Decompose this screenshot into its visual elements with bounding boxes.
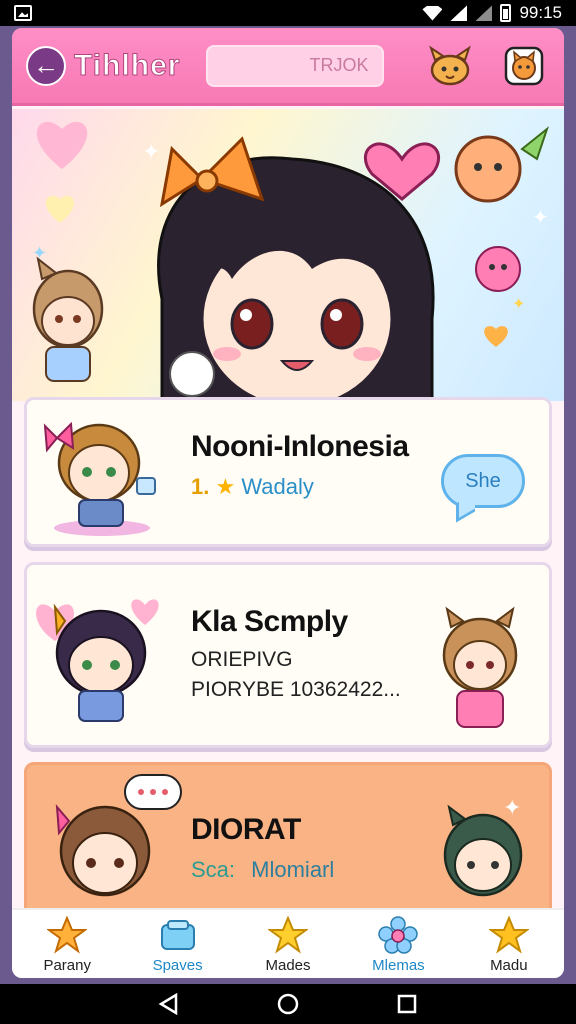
nav-item-mlemas[interactable]: Mlemas (343, 910, 453, 978)
mascot-icon (429, 45, 471, 85)
svg-text:✦: ✦ (142, 139, 160, 164)
list-item[interactable]: Kla Scmply ORIEPIVG PIORYBE 10362422... (24, 562, 552, 748)
battery-icon (500, 4, 512, 22)
list-item[interactable]: ✦ DIORAT Sca: Mlomiarl (24, 762, 552, 922)
share-label: She (465, 469, 501, 492)
back-button[interactable]: ← (26, 45, 66, 86)
nav-item-madu[interactable]: Madu (454, 910, 564, 978)
recents-square-icon[interactable] (396, 993, 418, 1015)
card-subtitle: Wadaly (241, 474, 314, 499)
card-rating: 1. ★ Wadaly (191, 474, 314, 500)
svg-text:✦: ✦ (503, 795, 521, 820)
status-bar: 99:15 (0, 0, 576, 26)
card-title: DIORAT (191, 813, 301, 846)
character-avatar: ✦ (443, 795, 523, 897)
back-triangle-icon[interactable] (158, 993, 180, 1015)
signal-icon (450, 5, 468, 21)
status-icons: 99:15 (422, 3, 562, 23)
box-icon (156, 915, 200, 955)
nav-label: Madu (490, 957, 528, 974)
share-button[interactable]: She (441, 454, 525, 508)
card-title: Nooni-Inlonesia (191, 430, 409, 463)
app-window: ← Tihlher TRJOK ✦ ✦ ✦ ✦ Nooni-Inlonesia … (12, 28, 564, 978)
star-icon (266, 915, 310, 955)
star-icon (45, 915, 89, 955)
flower-icon (376, 915, 420, 955)
hero-banner: ✦ ✦ ✦ ✦ (12, 109, 564, 401)
nav-item-mades[interactable]: Mades (233, 910, 343, 978)
page-title: Tihlher (73, 48, 181, 82)
bottom-navigation: Parany Spaves Mades Mlemas Madu (12, 908, 564, 978)
nav-item-parany[interactable]: Parany (12, 910, 122, 978)
rating-value: 1. (191, 474, 210, 499)
cat-face-icon (504, 46, 544, 85)
character-avatar (43, 421, 156, 536)
nav-item-spaves[interactable]: Spaves (122, 910, 232, 978)
card-title: Kla Scmply (191, 605, 348, 638)
search-field[interactable]: TRJOK (206, 44, 385, 87)
card-meta-line: PIORYBE 10362422... (191, 678, 401, 701)
search-text: TRJOK (309, 55, 369, 75)
home-circle-icon[interactable] (277, 993, 299, 1015)
character-avatar (36, 599, 159, 722)
hero-illustration: ✦ ✦ ✦ ✦ (32, 121, 550, 401)
star-icon: ★ (215, 474, 236, 499)
nav-label: Mades (265, 957, 311, 974)
card-meta: ORIEPIVG PIORYBE 10362422... (191, 645, 401, 705)
back-arrow-icon: ← (33, 50, 59, 80)
svg-text:✦: ✦ (532, 207, 549, 229)
card-meta-line: ORIEPIVG (191, 648, 293, 671)
system-nav-bar (0, 984, 576, 1024)
signal-icon (475, 5, 493, 21)
card-subtitle: Mlomiarl (251, 857, 335, 882)
character-avatar (442, 606, 518, 728)
nav-label: Mlemas (372, 957, 425, 974)
svg-text:✦: ✦ (512, 296, 525, 313)
card-accent: Sca: (191, 857, 236, 882)
nav-label: Parany (43, 957, 91, 974)
star-icon (487, 915, 531, 955)
wifi-icon (422, 5, 443, 21)
list-item[interactable]: Nooni-Inlonesia 1. ★ Wadaly She (24, 397, 552, 547)
character-avatar (55, 774, 182, 897)
mascot-button[interactable] (424, 43, 476, 89)
app-header: ← Tihlher TRJOK (12, 28, 564, 106)
card-subline: Sca: Mlomiarl (191, 857, 334, 883)
status-time: 99:15 (519, 3, 562, 22)
gallery-icon (14, 5, 32, 21)
profile-button[interactable] (498, 43, 550, 89)
nav-label: Spaves (152, 957, 203, 974)
